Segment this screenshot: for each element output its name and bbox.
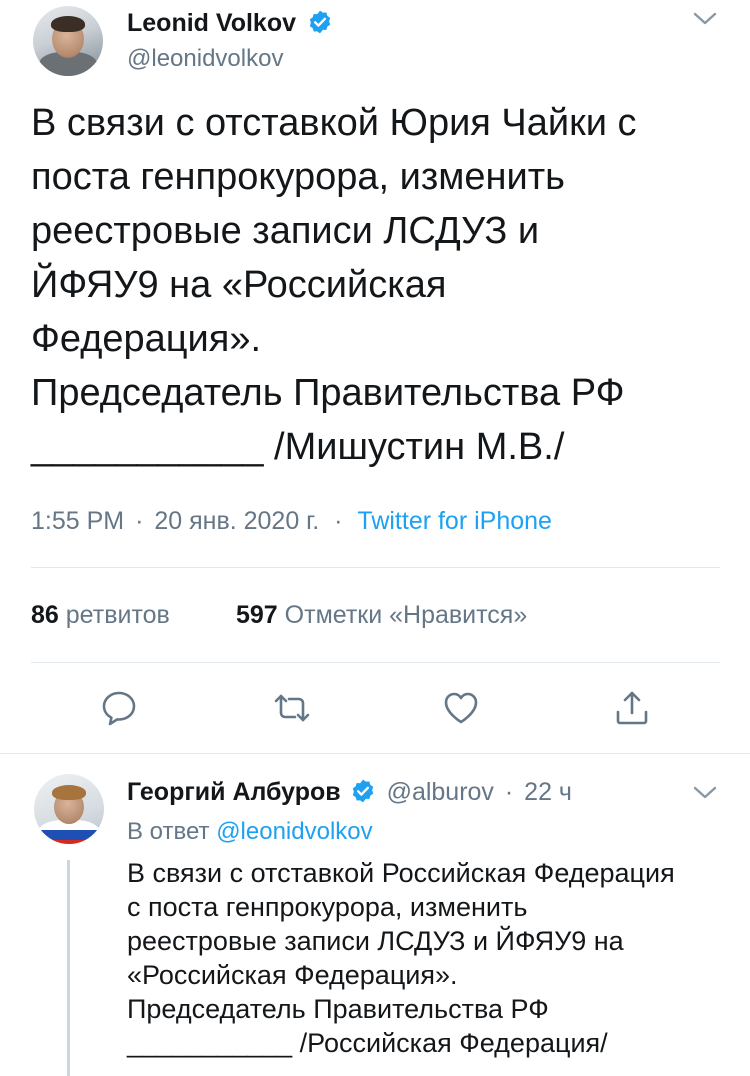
tweet-date[interactable]: 20 янв. 2020 г. [154,507,319,535]
reply-text: В связи с отставкой Российская Федерация… [127,858,675,1058]
section-divider [0,753,750,754]
verified-badge-icon [309,11,331,34]
author-name[interactable]: Leonid Volkov [127,8,333,38]
author-handle[interactable]: @leonidvolkov [127,44,283,74]
chevron-down-icon[interactable] [692,785,718,801]
meta-separator: · [334,507,343,535]
tweet-source-link[interactable]: Twitter for iPhone [357,507,552,535]
in-reply-handle-link[interactable]: @leonidvolkov [216,818,372,845]
reply-icon[interactable] [99,688,139,728]
reply-author-handle[interactable]: @alburov [387,778,494,806]
author-avatar[interactable] [33,6,103,76]
reply-author-name[interactable]: Георгий Албуров [127,778,341,806]
retweets-count: 86 [31,601,59,629]
retweets-label: ретвитов [65,601,170,629]
likes-label: Отметки «Нравится» [284,601,528,629]
tweet-time[interactable]: 1:55 PM [31,507,124,535]
reply-header: Георгий Албуров @alburov · 22 ч [127,776,572,808]
likes-count: 597 [236,601,278,629]
likes-stat[interactable]: 597 Отметки «Нравится» [236,599,527,631]
reply-thread-line [67,860,70,1076]
retweet-icon[interactable] [272,688,312,728]
tweet-text: В связи с отставкой Юрия Чайки с поста г… [31,102,637,468]
divider [31,567,720,568]
divider [31,662,720,663]
in-reply-to: В ответ @leonidvolkov [127,817,373,847]
tweet-meta: 1:55 PM · 20 янв. 2020 г. · Twitter for … [31,505,552,537]
reply-separator: · [504,778,514,806]
retweets-stat[interactable]: 86 ретвитов [31,599,170,631]
verified-badge-icon [352,780,373,803]
heart-icon[interactable] [441,688,481,728]
reply-time-ago[interactable]: 22 ч [524,778,572,806]
reply-author-avatar[interactable] [34,774,104,844]
share-icon[interactable] [612,688,652,728]
in-reply-prefix: В ответ [127,818,210,845]
chevron-down-icon[interactable] [692,11,718,27]
meta-separator: · [135,507,144,535]
